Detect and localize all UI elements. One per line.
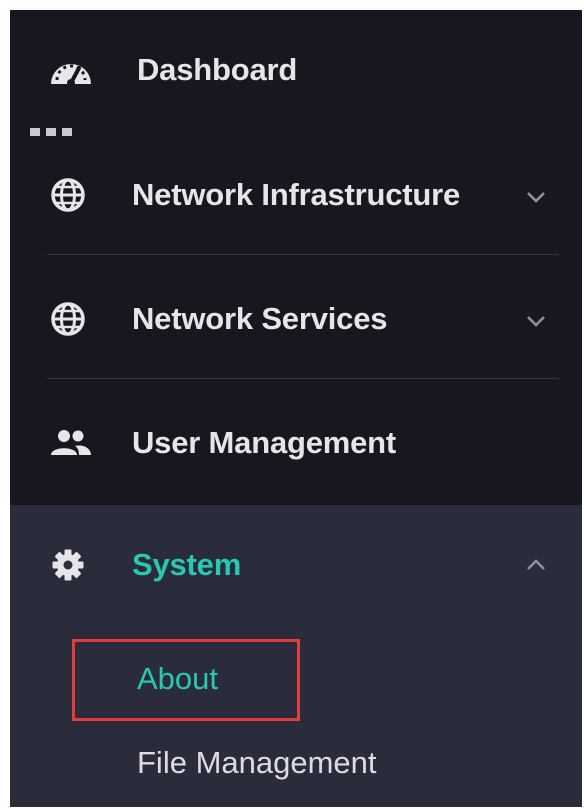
chevron-up-icon[interactable] bbox=[524, 553, 548, 577]
sidebar-item-label: System bbox=[132, 547, 242, 582]
divider bbox=[47, 254, 559, 255]
sidebar-item-label: Dashboard bbox=[137, 52, 298, 87]
more-dots-icon bbox=[30, 128, 72, 136]
sidebar-item-network-services[interactable]: Network Services bbox=[10, 287, 582, 351]
sidebar-item-system[interactable]: System bbox=[10, 533, 582, 597]
gear-icon bbox=[51, 548, 85, 582]
chevron-down-icon[interactable] bbox=[524, 309, 548, 333]
sidebar-item-label: Network Services bbox=[132, 301, 388, 336]
divider bbox=[47, 378, 559, 379]
sidebar-item-network-infrastructure[interactable]: Network Infrastructure bbox=[10, 163, 582, 227]
chevron-down-icon[interactable] bbox=[524, 185, 548, 209]
sidebar-nav: Dashboard Network Infrastructure Network… bbox=[10, 10, 582, 807]
users-icon bbox=[47, 427, 93, 459]
sidebar-subitem-file-management[interactable]: File Management bbox=[137, 745, 377, 781]
sidebar-item-label: User Management bbox=[132, 425, 397, 460]
sidebar-item-label: Network Infrastructure bbox=[132, 177, 461, 212]
dashboard-gauge-icon bbox=[48, 50, 94, 90]
sidebar-item-user-management[interactable]: User Management bbox=[10, 411, 582, 475]
globe-icon bbox=[50, 177, 86, 213]
sidebar-item-dashboard[interactable]: Dashboard bbox=[10, 38, 582, 102]
system-section: System About File Management bbox=[10, 505, 582, 807]
sidebar-subitem-about[interactable]: About bbox=[137, 661, 218, 697]
globe-icon bbox=[50, 301, 86, 337]
